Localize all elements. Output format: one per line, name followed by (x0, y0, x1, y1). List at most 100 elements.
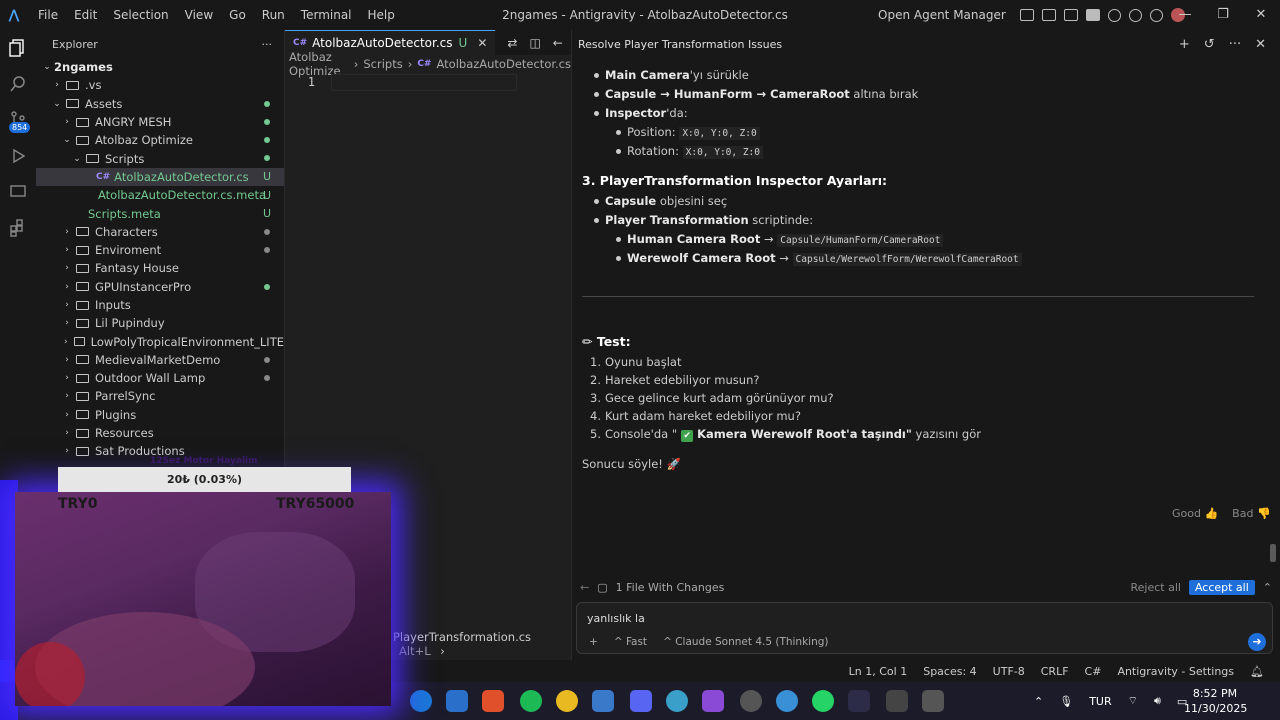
menu-view[interactable]: View (177, 0, 221, 30)
search-icon[interactable] (1107, 8, 1121, 22)
model-selector[interactable]: ^ Claude Sonnet 4.5 (Thinking) (663, 636, 828, 648)
store-icon[interactable] (446, 690, 468, 712)
remote-activity[interactable] (0, 174, 36, 210)
language-indicator[interactable]: TUR (1089, 695, 1111, 708)
tray-chevron-up-icon[interactable]: ⌃ (1034, 695, 1043, 708)
extensions-activity[interactable] (0, 210, 36, 246)
chrome-icon[interactable] (556, 690, 578, 712)
more-icon[interactable]: ··· (1229, 37, 1241, 52)
encoding[interactable]: UTF-8 (993, 665, 1025, 678)
tree-root[interactable]: ⌄ 2ngames (36, 58, 284, 76)
layout-panel-left-icon[interactable] (1041, 9, 1056, 21)
tree-item[interactable]: › Lil Pupinduy (36, 314, 284, 332)
accept-all-button[interactable]: Accept all (1188, 579, 1255, 595)
tree-item[interactable]: › Plugins (36, 406, 284, 424)
tree-item[interactable]: Scripts.meta U (36, 204, 284, 222)
search-activity[interactable] (0, 66, 36, 102)
bell-icon[interactable]: 🔔︎ (1250, 665, 1264, 678)
split-editor-icon[interactable]: ◫ (529, 36, 540, 50)
tree-item[interactable]: ⌄ Scripts (36, 149, 284, 167)
obs-icon[interactable] (740, 690, 762, 712)
menu-run[interactable]: Run (254, 0, 293, 30)
tree-item[interactable]: › Outdoor Wall Lamp (36, 369, 284, 387)
menu-terminal[interactable]: Terminal (293, 0, 360, 30)
antigravity-icon[interactable] (848, 690, 870, 712)
settings-gear-icon[interactable] (1149, 8, 1163, 22)
tree-item[interactable]: › MedievalMarketDemo (36, 351, 284, 369)
wifi-icon[interactable]: ⌔ (1128, 694, 1138, 708)
tree-item[interactable]: › ParrelSync (36, 387, 284, 405)
layout-panel-right-icon[interactable] (1085, 9, 1100, 21)
extensions-icon[interactable] (1128, 8, 1142, 22)
tree-item[interactable]: › Resources (36, 424, 284, 442)
tree-item[interactable]: AtolbazAutoDetector.cs.meta U (36, 186, 284, 204)
layout-panel-bottom-icon[interactable] (1063, 9, 1078, 21)
back-arrow-icon[interactable]: ← (553, 36, 563, 50)
tree-item[interactable]: ⌄ Atolbaz Optimize (36, 131, 284, 149)
unity-hub-icon[interactable] (922, 690, 944, 712)
language-mode[interactable]: C# (1085, 665, 1102, 678)
layout-sidebar-icon[interactable] (1019, 9, 1034, 21)
tree-item[interactable]: C# AtolbazAutoDetector.cs U (36, 167, 284, 187)
spotify-icon[interactable] (520, 690, 542, 712)
close-panel-icon[interactable]: ✕ (1255, 37, 1266, 52)
browser-icon[interactable] (666, 690, 688, 712)
menu-selection[interactable]: Selection (105, 0, 176, 30)
app-icon[interactable] (592, 690, 614, 712)
menu-help[interactable]: Help (360, 0, 403, 30)
chevron-up-icon[interactable]: ⌃ (1263, 581, 1272, 594)
clock[interactable]: 8:52 PM 11/30/2025 (1184, 686, 1247, 716)
discord-icon[interactable] (630, 690, 652, 712)
tree-item[interactable]: › .vs (36, 76, 284, 94)
settings-status[interactable]: Antigravity - Settings (1117, 665, 1234, 678)
cursor-position[interactable]: Ln 1, Col 1 (849, 665, 908, 678)
open-file-hint[interactable]: PlayerTransformation.cs Alt+L › (393, 630, 571, 658)
good-feedback-button[interactable]: Good 👍 (1172, 507, 1218, 520)
current-line-highlight[interactable] (331, 73, 517, 91)
edge-icon[interactable] (410, 690, 432, 712)
history-icon[interactable]: ↺ (1204, 37, 1215, 52)
changes-label[interactable]: 1 File With Changes (616, 581, 725, 594)
breadcrumb-item[interactable]: Scripts (363, 57, 402, 71)
app-icon[interactable] (776, 690, 798, 712)
tree-item[interactable]: › Characters (36, 223, 284, 241)
new-chat-icon[interactable]: + (1179, 37, 1190, 52)
bad-feedback-button[interactable]: Bad 👎 (1232, 507, 1270, 520)
back-arrow-icon[interactable]: ← (580, 581, 589, 594)
minimize-button[interactable]: — (1166, 0, 1204, 30)
tree-item[interactable]: › Enviroment (36, 241, 284, 259)
explorer-activity[interactable] (0, 30, 36, 66)
send-button[interactable]: ➜ (1248, 633, 1266, 651)
chat-input[interactable]: yanlıslık la + ^ Fast ^ Claude Sonnet 4.… (576, 602, 1273, 654)
explorer-more-button[interactable]: ··· (262, 38, 273, 51)
run-debug-activity[interactable] (0, 138, 36, 174)
tree-item[interactable]: › ANGRY MESH (36, 113, 284, 131)
open-agent-manager-button[interactable]: Open Agent Manager (878, 8, 1006, 22)
menu-edit[interactable]: Edit (66, 0, 105, 30)
indentation[interactable]: Spaces: 4 (923, 665, 976, 678)
mode-selector[interactable]: ^ Fast (614, 636, 647, 648)
volume-icon[interactable]: 🔊︎ (1154, 694, 1161, 708)
tree-item[interactable]: › LowPolyTropicalEnvironment_LITE (36, 332, 284, 350)
add-context-icon[interactable]: + (589, 636, 598, 648)
line-ending[interactable]: CRLF (1041, 665, 1069, 678)
compare-icon[interactable]: ⇄ (507, 36, 517, 50)
breadcrumb-item[interactable]: AtolbazAutoDetector.cs (436, 57, 571, 71)
menu-go[interactable]: Go (221, 0, 254, 30)
menu-file[interactable]: File (30, 0, 66, 30)
whatsapp-icon[interactable] (812, 690, 834, 712)
chat-input-text[interactable]: yanlıslık la (587, 612, 645, 625)
tree-item[interactable]: › Fantasy House (36, 259, 284, 277)
microphone-icon[interactable]: 🎙︎ (1059, 695, 1073, 708)
chat-scrollbar[interactable] (1270, 544, 1276, 562)
visual-studio-icon[interactable] (702, 690, 724, 712)
tree-item[interactable]: › Inputs (36, 296, 284, 314)
maximize-button[interactable]: ❐ (1204, 0, 1242, 30)
brave-icon[interactable] (482, 690, 504, 712)
tree-item[interactable]: ⌄ Assets (36, 95, 284, 113)
close-window-button[interactable]: ✕ (1242, 0, 1280, 30)
close-tab-icon[interactable]: ✕ (477, 36, 487, 50)
reject-all-button[interactable]: Reject all (1130, 581, 1180, 594)
unity-icon[interactable] (886, 690, 908, 712)
tree-item[interactable]: › GPUInstancerPro (36, 278, 284, 296)
